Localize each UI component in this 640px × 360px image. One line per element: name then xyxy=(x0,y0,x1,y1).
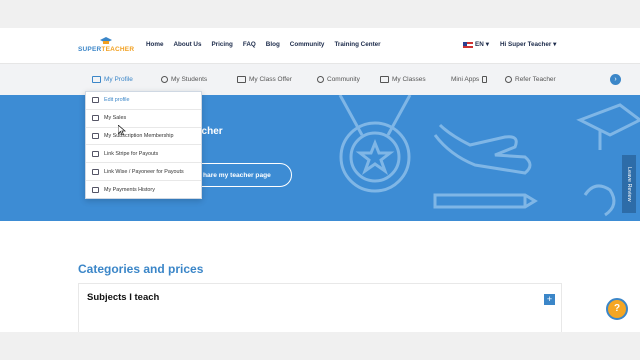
subnav-my-students[interactable]: My Students xyxy=(161,76,207,83)
dropdown-item-link-wise-payoneer[interactable]: Link Wise / Payoneer for Payouts xyxy=(86,163,201,181)
dropdown-item-my-sales[interactable]: My Sales xyxy=(86,110,201,128)
medal-ribbon-icon xyxy=(338,95,412,136)
community-icon xyxy=(317,76,324,83)
subnav-refer-teacher[interactable]: Refer Teacher xyxy=(505,76,556,83)
chevron-down-icon: ▾ xyxy=(485,41,489,48)
logo[interactable]: SUPERTEACHER xyxy=(78,37,136,55)
hero-illustration xyxy=(338,95,640,217)
hand-icon xyxy=(433,123,532,175)
dropdown-item-subscription[interactable]: My Subscription Membership xyxy=(86,128,201,146)
main-nav: Home About Us Pricing FAQ Blog Community… xyxy=(146,41,391,48)
graduation-cap-icon xyxy=(576,103,640,150)
dropdown-item-link-stripe[interactable]: Link Stripe for Payouts xyxy=(86,145,201,164)
id-card-icon xyxy=(92,97,99,104)
us-flag-icon xyxy=(463,41,473,48)
share-teacher-page-button[interactable]: hare my teacher page xyxy=(188,163,292,187)
lightbulb-icon xyxy=(583,184,616,217)
mini-apps-icon xyxy=(482,76,488,83)
subjects-heading: Subjects I teach xyxy=(87,292,160,303)
logo-text: SUPERTEACHER xyxy=(78,46,135,53)
subnav-my-classes[interactable]: My Classes xyxy=(380,76,426,83)
nav-home[interactable]: Home xyxy=(146,41,164,48)
students-icon xyxy=(161,76,168,83)
page-frame: SUPERTEACHER Home About Us Pricing FAQ B… xyxy=(0,28,640,332)
nav-faq[interactable]: FAQ xyxy=(243,41,256,48)
next-arrow-button[interactable]: › xyxy=(610,74,621,85)
calendar-icon xyxy=(380,76,389,83)
subjects-card: Subjects I teach + xyxy=(78,283,562,332)
history-icon xyxy=(92,186,99,193)
subnav-my-class-offer[interactable]: My Class Offer xyxy=(237,76,292,83)
sales-icon xyxy=(92,115,99,122)
pencil-icon xyxy=(433,193,538,209)
nav-blog[interactable]: Blog xyxy=(266,41,280,48)
wise-icon xyxy=(92,168,99,175)
dropdown-item-edit-profile[interactable]: Edit profile xyxy=(86,92,201,110)
leave-review-tab[interactable]: Leave Review xyxy=(622,155,636,213)
star-icon xyxy=(355,138,395,175)
profile-icon xyxy=(92,76,101,83)
graduation-cap-icon xyxy=(100,37,112,44)
language-label: EN xyxy=(475,41,484,48)
membership-icon xyxy=(92,132,99,139)
dropdown-item-payments-history[interactable]: My Payments History xyxy=(86,181,201,199)
subnav-mini-apps[interactable]: Mini Apps xyxy=(451,76,488,83)
categories-title: Categories and prices xyxy=(78,262,204,276)
nav-training-center[interactable]: Training Center xyxy=(334,41,380,48)
chevron-down-icon: ▾ xyxy=(553,41,557,48)
top-bar: SUPERTEACHER Home About Us Pricing FAQ B… xyxy=(0,28,640,62)
user-menu-label: Hi Super Teacher xyxy=(500,41,552,48)
nav-pricing[interactable]: Pricing xyxy=(211,41,232,48)
language-selector[interactable]: EN ▾ xyxy=(463,41,489,48)
subnav-my-profile[interactable]: My Profile xyxy=(92,76,133,83)
stripe-icon xyxy=(92,150,99,157)
add-subject-button[interactable]: + xyxy=(544,294,555,305)
nav-about-us[interactable]: About Us xyxy=(174,41,202,48)
help-button[interactable]: ? xyxy=(606,298,628,320)
mouse-cursor-icon xyxy=(118,125,126,135)
nav-community[interactable]: Community xyxy=(290,41,325,48)
refer-icon xyxy=(505,76,512,83)
subnav-community[interactable]: Community xyxy=(317,76,360,83)
class-offer-icon xyxy=(237,76,246,83)
profile-dropdown-menu: Edit profile My Sales My Subscription Me… xyxy=(85,91,202,199)
user-menu[interactable]: Hi Super Teacher ▾ xyxy=(500,41,556,48)
